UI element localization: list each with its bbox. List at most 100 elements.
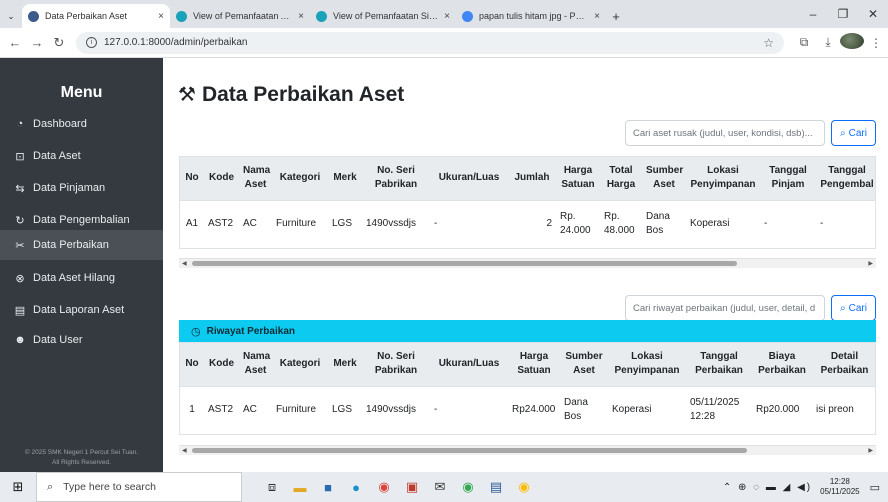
taskbar-clock[interactable]: 12:28 05/11/2025 bbox=[820, 477, 859, 497]
sidebar-item-data-pinjaman[interactable]: ⇆ Data Pinjaman bbox=[0, 172, 163, 204]
close-tab-icon[interactable]: × bbox=[594, 11, 600, 22]
file-explorer-icon[interactable]: ▬ bbox=[286, 480, 314, 495]
mail-icon[interactable]: ✉ bbox=[426, 479, 454, 495]
forward-arrow-icon[interactable]: → bbox=[26, 35, 48, 50]
history-search-form: ⌕Cari bbox=[625, 295, 876, 321]
table-cell: AST2 bbox=[204, 386, 239, 435]
windows-start-icon[interactable]: ⊞ bbox=[0, 479, 36, 495]
reload-icon[interactable]: ↻ bbox=[48, 35, 70, 51]
taskbar-search-box[interactable]: ⌕ Type here to search bbox=[36, 472, 242, 502]
table-cell: - bbox=[430, 386, 508, 435]
chrome-profile-icon[interactable]: ◉ bbox=[454, 479, 482, 495]
speedometer-icon: ◔ bbox=[16, 118, 24, 130]
chrome-alt-icon[interactable]: ◉ bbox=[510, 479, 538, 495]
sidebar-item-label: Data User bbox=[33, 334, 83, 346]
x-circle-icon: ⊗ bbox=[15, 272, 25, 285]
column-header: Ukuran/Luas bbox=[430, 157, 508, 201]
sidebar-item-label: Data Pinjaman bbox=[33, 182, 106, 194]
browser-tab-bar: ⌄ Data Perbaikan Aset × View of Pemanfaa… bbox=[0, 0, 888, 28]
sidebar-item-data-aset-hilang[interactable]: ⊗ Data Aset Hilang bbox=[0, 262, 163, 294]
tab-search-chevron-icon[interactable]: ⌄ bbox=[0, 4, 22, 28]
browser-tab[interactable]: View of Pemanfaatan Aplikasi S × bbox=[170, 4, 310, 28]
new-tab-button[interactable]: + bbox=[606, 4, 626, 28]
close-tab-icon[interactable]: × bbox=[298, 11, 304, 22]
page-title-text: Data Perbaikan Aset bbox=[201, 82, 405, 106]
sidebar-item-data-laporan-aset[interactable]: ▤ Data Laporan Aset bbox=[0, 294, 163, 326]
browser-tab[interactable]: papan tulis hitam jpg - Penelus × bbox=[456, 4, 606, 28]
chrome-icon[interactable]: ◉ bbox=[370, 479, 398, 495]
scrollbar-thumb[interactable] bbox=[192, 261, 737, 266]
table-cell: 1490vssdjs bbox=[362, 200, 430, 249]
minimize-icon[interactable]: – bbox=[798, 7, 828, 21]
sidebar-item-label: Data Aset Hilang bbox=[33, 272, 115, 284]
sidebar-item-label: Dashboard bbox=[33, 118, 87, 130]
close-window-icon[interactable]: ✕ bbox=[858, 7, 888, 21]
column-header: Kode bbox=[204, 157, 239, 201]
search-button-label: Cari bbox=[848, 302, 867, 314]
table-cell: Rp20.000 bbox=[752, 386, 812, 435]
browser-menu-icon[interactable]: ⋮ bbox=[864, 36, 888, 50]
app-icon[interactable]: ▣ bbox=[398, 479, 426, 495]
table-row: A1 AST2 AC Furniture LGS 1490vssdjs -2 Rp. 24.0… bbox=[180, 200, 875, 249]
table-cell: AC bbox=[239, 200, 272, 249]
address-bar[interactable]: i 127.0.0.1:8000/admin/perbaikan ☆ bbox=[76, 31, 784, 54]
back-arrow-icon[interactable]: ← bbox=[4, 35, 26, 50]
google-favicon-icon bbox=[462, 10, 473, 22]
column-header: Nama Aset bbox=[239, 343, 272, 387]
history-search-input[interactable] bbox=[625, 295, 825, 321]
sidebar-item-data-perbaikan[interactable]: ✂ Data Perbaikan bbox=[0, 230, 163, 260]
history-search-button[interactable]: ⌕ Cari bbox=[831, 295, 876, 321]
table-cell: 05/11/2025 12:28 bbox=[686, 386, 752, 435]
tray-icons[interactable]: ⌃ ⊕ ◌ ▬ ◢ ◀) bbox=[723, 482, 812, 493]
table-horizontal-scrollbar[interactable]: ◀ ▶ bbox=[179, 258, 876, 268]
search-icon: ⌕ bbox=[840, 127, 846, 139]
edge-icon[interactable]: ● bbox=[342, 480, 370, 495]
close-tab-icon[interactable]: × bbox=[158, 11, 164, 22]
page-title: ⚒ Data Perbaikan Aset bbox=[178, 82, 404, 107]
table-cell: LGS bbox=[328, 200, 362, 249]
table-cell: AST2 bbox=[204, 200, 239, 249]
repair-history-table: No Kode Nama Aset Kategori Merk No. Seri Pabr… bbox=[179, 342, 876, 435]
notification-icon[interactable]: ▭ bbox=[870, 481, 880, 494]
sidebar-item-dashboard[interactable]: ◔ Dashboard bbox=[0, 108, 163, 140]
scroll-right-icon[interactable]: ▶ bbox=[868, 446, 873, 456]
tab-title: Data Perbaikan Aset bbox=[45, 11, 128, 21]
restore-icon[interactable]: ❐ bbox=[828, 7, 858, 21]
column-header: Biaya Perbaikan bbox=[752, 343, 812, 387]
sidebar-item-data-aset[interactable]: ⊡ Data Aset bbox=[0, 140, 163, 172]
asset-search-button[interactable]: ⌕ Cari bbox=[831, 120, 876, 146]
download-icon[interactable]: ⤓ bbox=[816, 35, 840, 50]
task-view-icon[interactable]: ⧈ bbox=[258, 479, 286, 495]
repair-history-title: Riwayat Perbaikan bbox=[206, 325, 295, 337]
profile-avatar[interactable] bbox=[840, 33, 864, 52]
column-header: Sumber Aset bbox=[560, 343, 608, 387]
rights-text: All Rights Reserved. bbox=[52, 459, 111, 466]
table-cell: Rp24.000 bbox=[508, 386, 560, 435]
extensions-icon[interactable]: ⧉ bbox=[792, 35, 816, 50]
store-icon[interactable]: ■ bbox=[314, 480, 342, 495]
word-icon[interactable]: ▤ bbox=[482, 479, 510, 495]
scrollbar-thumb[interactable] bbox=[192, 448, 747, 453]
url-text: 127.0.0.1:8000/admin/perbaikan bbox=[104, 37, 248, 48]
scroll-left-icon[interactable]: ◀ bbox=[182, 446, 187, 456]
bookmark-star-icon[interactable]: ☆ bbox=[763, 36, 774, 50]
column-header: Merk bbox=[328, 343, 362, 387]
column-header: No bbox=[180, 157, 204, 201]
sidebar-title: Menu bbox=[60, 84, 103, 101]
rotate-icon: ↻ bbox=[15, 214, 25, 227]
table-cell: Rp. 48.000 bbox=[600, 200, 642, 249]
copyright-text: © 2025 SMK Negeri 1 Percut Sei Tuan. bbox=[24, 449, 139, 456]
browser-tab-active[interactable]: Data Perbaikan Aset × bbox=[22, 4, 170, 28]
tools-icon: ⚒ bbox=[178, 84, 196, 106]
close-tab-icon[interactable]: × bbox=[444, 11, 450, 22]
clock-time: 12:28 bbox=[829, 477, 850, 486]
scroll-left-icon[interactable]: ◀ bbox=[182, 259, 187, 269]
taskbar-search-placeholder: Type here to search bbox=[63, 481, 156, 493]
browser-tab[interactable]: View of Pemanfaatan Sistem Inf × bbox=[310, 4, 456, 28]
history-horizontal-scrollbar[interactable]: ◀ ▶ bbox=[179, 445, 876, 455]
sidebar-item-data-user[interactable]: ☻ Data User bbox=[0, 324, 163, 356]
scroll-right-icon[interactable]: ▶ bbox=[868, 259, 873, 269]
asset-search-input[interactable] bbox=[625, 120, 825, 146]
asset-search-form: ⌕Cari bbox=[625, 120, 876, 146]
site-info-icon[interactable]: i bbox=[86, 37, 97, 48]
